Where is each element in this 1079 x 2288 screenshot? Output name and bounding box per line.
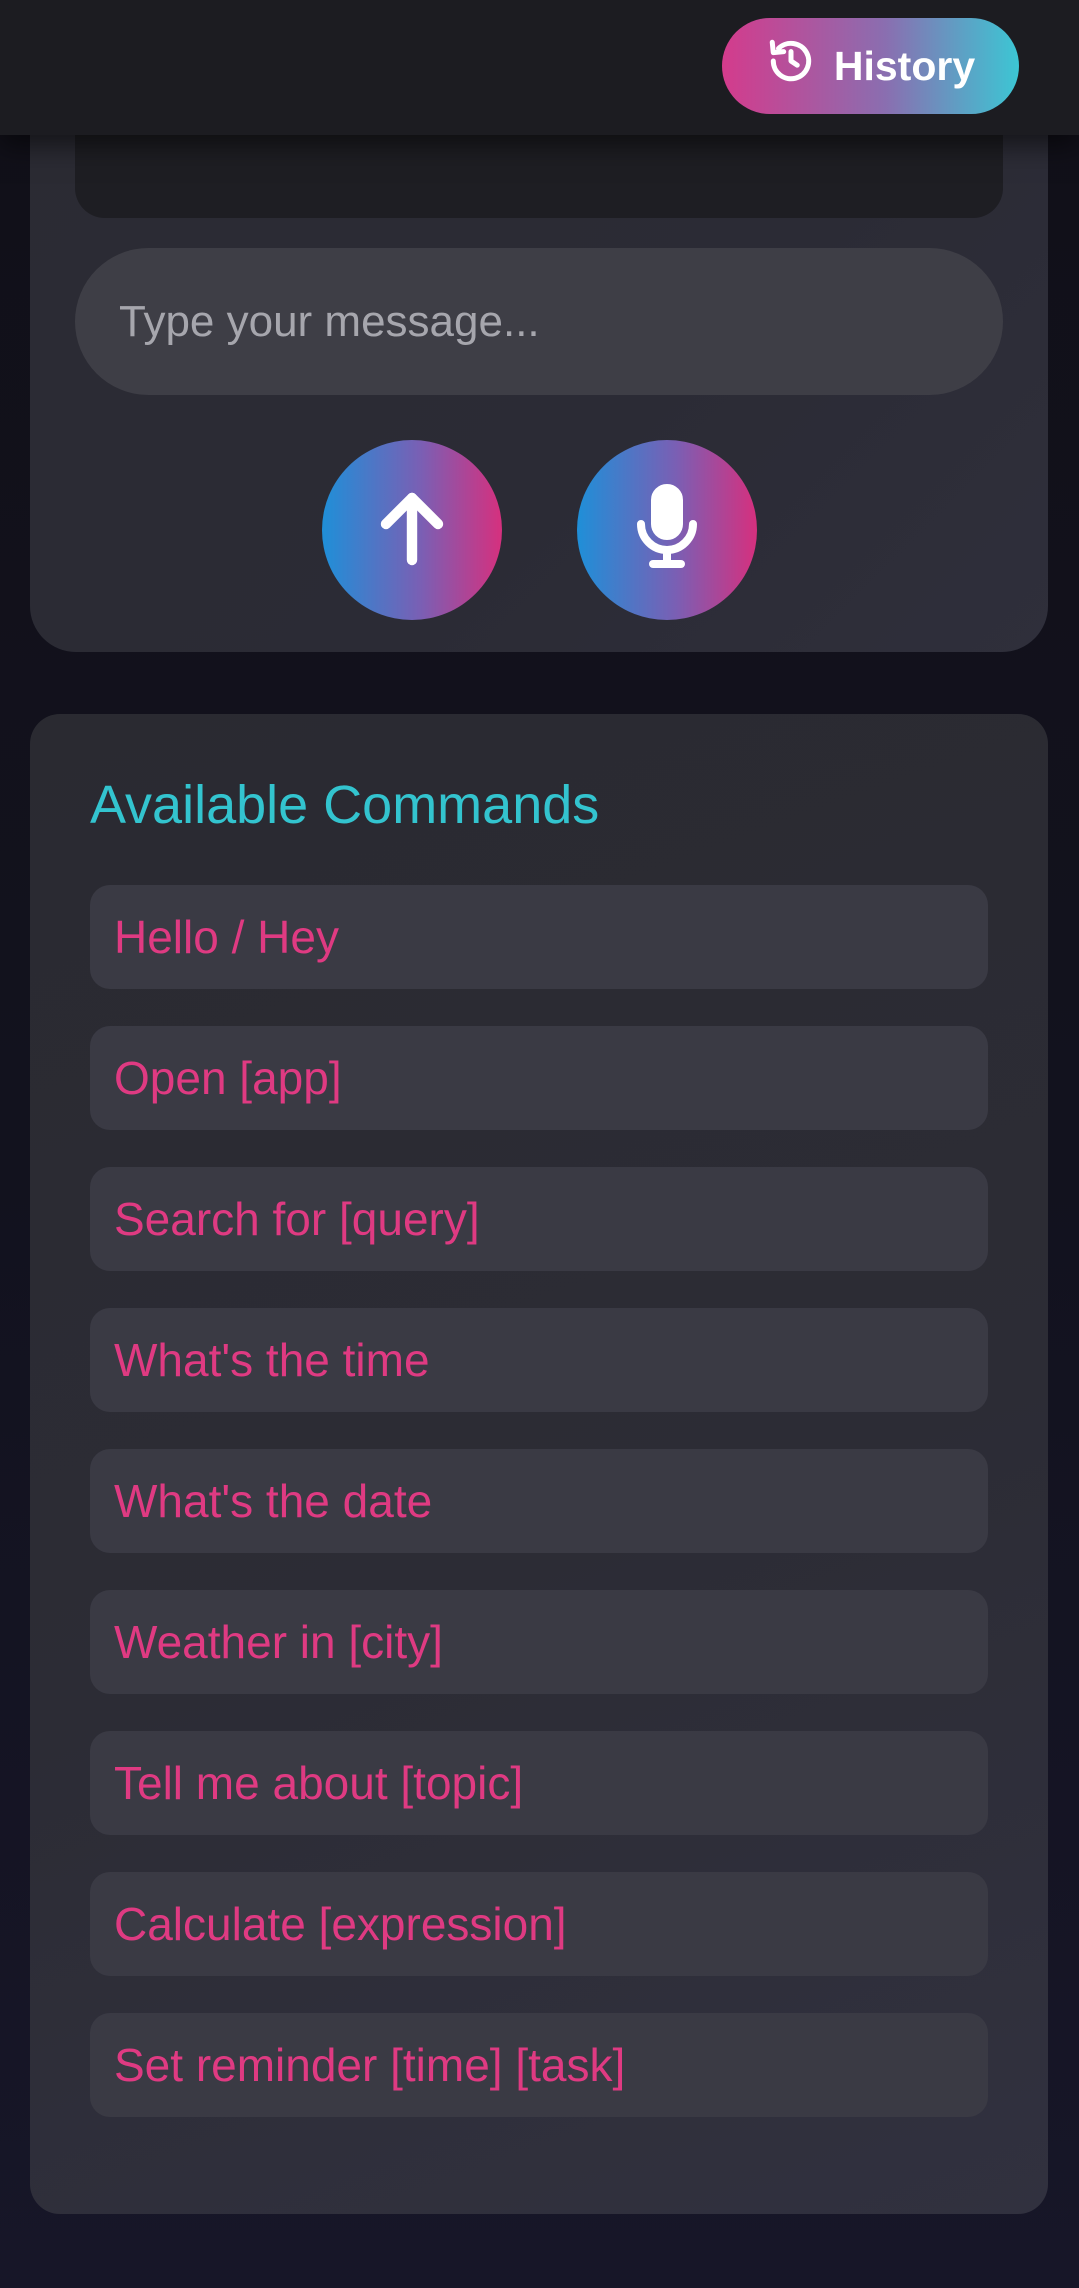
- microphone-button[interactable]: [577, 440, 757, 620]
- commands-list: Hello / Hey Open [app] Search for [query…: [90, 885, 988, 2154]
- command-item[interactable]: Calculate [expression]: [90, 1872, 988, 1976]
- command-item[interactable]: Tell me about [topic]: [90, 1731, 988, 1835]
- commands-panel: Available Commands Hello / Hey Open [app…: [30, 714, 1048, 2214]
- commands-title: Available Commands: [90, 775, 600, 835]
- arrow-up-icon: [364, 480, 460, 581]
- command-item[interactable]: What's the time: [90, 1308, 988, 1412]
- command-item[interactable]: Weather in [city]: [90, 1590, 988, 1694]
- command-item[interactable]: Search for [query]: [90, 1167, 988, 1271]
- send-button[interactable]: [322, 440, 502, 620]
- top-bar: History: [0, 0, 1079, 135]
- microphone-icon: [619, 480, 715, 581]
- history-button[interactable]: History: [722, 18, 1019, 114]
- command-item[interactable]: Set reminder [time] [task]: [90, 2013, 988, 2117]
- message-input[interactable]: [75, 248, 1003, 395]
- history-label: History: [833, 42, 976, 89]
- command-item[interactable]: Hello / Hey: [90, 885, 988, 989]
- app-page: History Available: [0, 0, 1079, 2288]
- command-item[interactable]: What's the date: [90, 1449, 988, 1553]
- command-item[interactable]: Open [app]: [90, 1026, 988, 1130]
- history-icon: [766, 36, 816, 96]
